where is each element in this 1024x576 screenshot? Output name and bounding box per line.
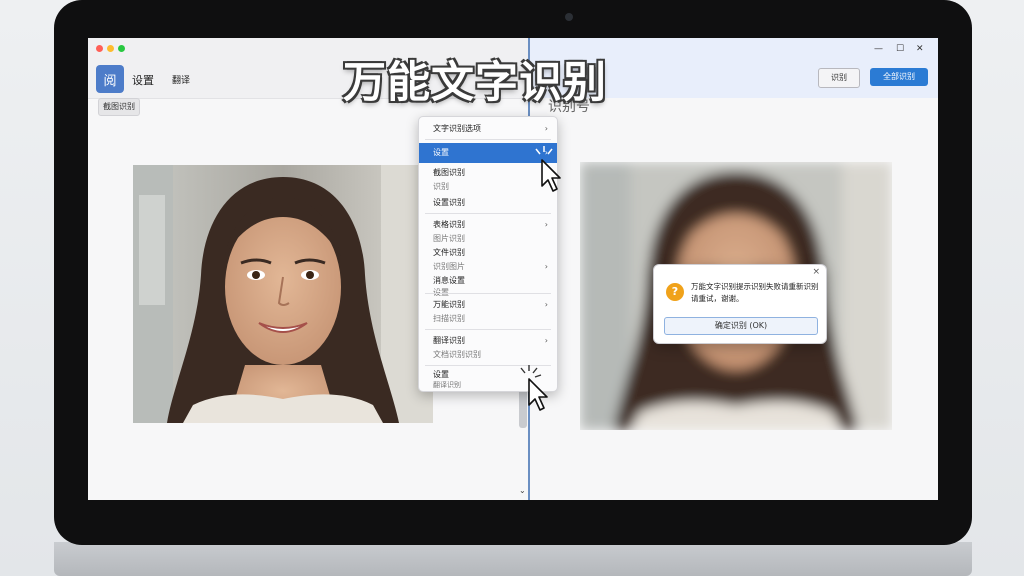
dialog-confirm-button[interactable]: 确定识别 (OK) xyxy=(664,317,818,335)
portrait-photo-left xyxy=(133,165,433,423)
minimize-icon[interactable]: — xyxy=(874,44,883,54)
toolbar-translate[interactable]: 翻译 xyxy=(172,73,190,86)
recognize-button[interactable]: 识别 xyxy=(818,68,860,88)
menu-separator xyxy=(425,139,551,140)
dialog-message-line-2: 请重试，谢谢。 xyxy=(691,294,744,303)
warning-icon: ? xyxy=(666,283,684,301)
menu-item-ocr-options[interactable]: 文字识别选项 › xyxy=(419,121,557,137)
menu-separator xyxy=(425,329,551,330)
overlay-title: 万能文字识别 xyxy=(343,58,607,108)
monitor-stand xyxy=(54,542,972,576)
toolbar-settings[interactable]: 设置 xyxy=(132,72,154,88)
app-icon[interactable]: 阅 xyxy=(96,65,124,93)
close-icon[interactable]: ✕ xyxy=(916,44,924,54)
menu-item-settings-ocr[interactable]: 设置识别 xyxy=(419,195,557,211)
minimize-dot-icon[interactable] xyxy=(107,45,114,52)
mouse-pointer-icon xyxy=(520,365,548,411)
camera-dot xyxy=(565,13,573,21)
scroll-down-icon[interactable]: ⌄ xyxy=(519,486,526,495)
close-dot-icon[interactable] xyxy=(96,45,103,52)
recognize-all-button[interactable]: 全部识别 xyxy=(870,68,928,86)
screenshot-ocr-button[interactable]: 截图识别 xyxy=(98,98,140,116)
alert-dialog: × ? 万能文字识别提示识别失败请重新识别 请重试，谢谢。 确定识别 (OK) xyxy=(653,264,827,344)
dialog-message-line-1: 万能文字识别提示识别失败请重新识别 xyxy=(691,282,819,291)
menu-separator xyxy=(425,293,551,294)
zoom-dot-icon[interactable] xyxy=(118,45,125,52)
mouse-pointer-icon xyxy=(535,146,561,192)
menu-separator xyxy=(425,213,551,214)
menu-item-scan-ocr[interactable]: 扫描识别 xyxy=(419,311,557,327)
maximize-icon[interactable]: ☐ xyxy=(896,44,904,54)
menu-item-document-ocr[interactable]: 文档识别识别 xyxy=(419,347,557,363)
dialog-close-icon[interactable]: × xyxy=(812,267,820,277)
